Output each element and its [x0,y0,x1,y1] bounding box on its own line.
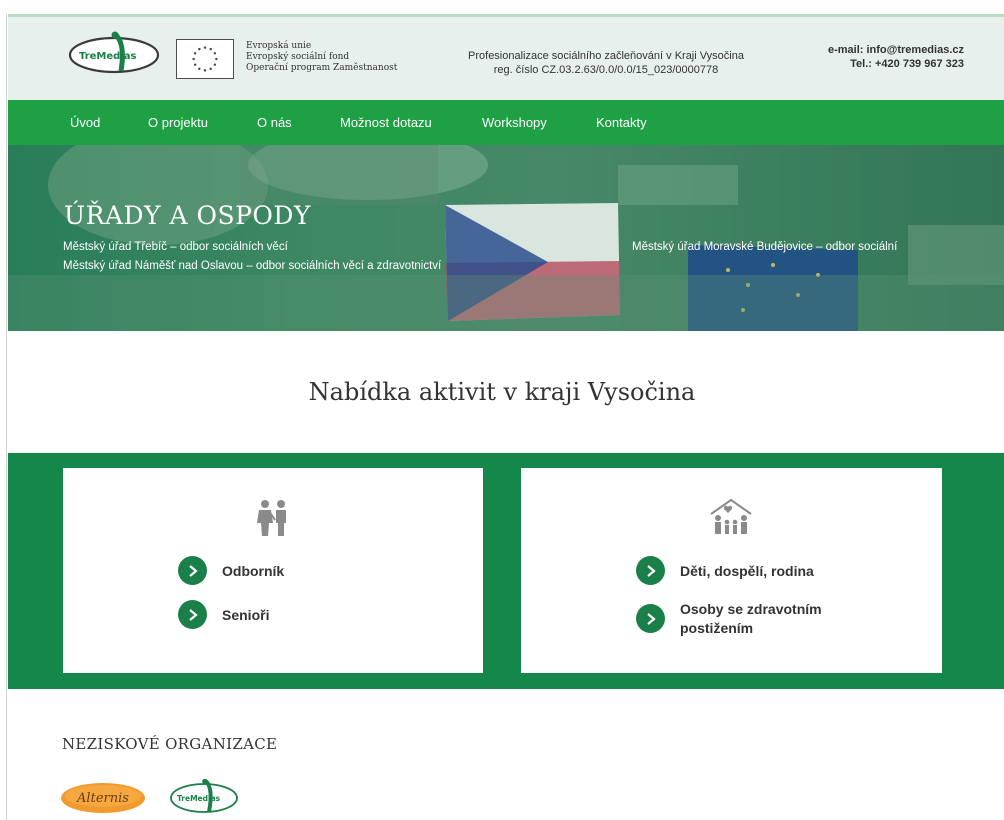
ngo-heading: NEZISKOVÉ ORGANIZACE [62,735,278,753]
tremedias-small-logo[interactable]: TreMedias [168,778,240,816]
chevron-right-icon [636,604,665,633]
eu-text: Evropská unie Evropský sociální fond Ope… [246,41,397,74]
hero-banner: ÚŘADY A OSPODY Městský úřad Třebíč – odb… [8,145,1004,331]
activity-link-label: Děti, dospělí, rodina [680,563,814,579]
hero-link-namest[interactable]: Městský úřad Náměšť nad Oslavou – odbor … [63,260,441,272]
eu-line: Evropská unie [246,41,312,51]
contact-info: e-mail: info@tremedias.cz Tel.: +420 739… [828,43,964,71]
activity-link-osoby-se-zdravotnim-postizenim[interactable]: Osoby se zdravotním postižením [636,600,836,638]
nav-item-uvod[interactable]: Úvod [70,115,100,130]
chevron-right-icon [636,556,665,585]
tremedias-small-logo-text: TreMedias [177,794,221,803]
project-title: Profesionalizace sociálního začleňování … [468,50,744,62]
nav-item-moznost-dotazu[interactable]: Možnost dotazu [340,115,432,130]
tremedias-logo[interactable]: TreMedias [66,31,162,77]
chevron-right-icon [178,556,207,585]
main-nav: Úvod O projektu O nás Možnost dotazu Wor… [8,100,1004,145]
family-house-icon [710,498,752,534]
activity-link-label: Osoby se zdravotním postižením [680,601,822,636]
activity-link-deti-dospeli-rodina[interactable]: Děti, dospělí, rodina [636,556,814,585]
hero-title: ÚŘADY A OSPODY [64,201,311,230]
eu-line: Evropský sociální fond [246,52,350,62]
hero-background-image [8,145,1004,331]
activity-card-left: Odborník Senioři [63,468,483,673]
contact-email[interactable]: e-mail: info@tremedias.cz [828,43,964,57]
tremedias-logo-text: TreMedias [79,51,137,62]
activity-link-seniori[interactable]: Senioři [178,600,269,629]
eu-line: Operační program Zaměstnanost [246,63,398,73]
eu-flag-icon [176,39,234,79]
activity-link-label: Senioři [222,607,270,623]
contact-phone[interactable]: Tel.: +420 739 967 323 [828,57,964,71]
site-header: TreMedias Evropská unie Evropský sociáln… [8,14,1004,100]
activity-link-label: Odborník [222,563,285,579]
hero-link-moravske-budejovice[interactable]: Městský úřad Moravské Budějovice – odbor… [632,241,897,253]
activities-band: Odborník Senioři Děti, dospělí, rodina O… [8,453,1004,689]
activity-card-right: Děti, dospělí, rodina Osoby se zdravotní… [521,468,942,673]
nav-item-o-nas[interactable]: O nás [257,115,292,130]
chevron-right-icon [178,600,207,629]
alternis-logo-text: Alternis [76,791,129,806]
project-reg-number: reg. číslo CZ.03.2.63/0.0/0.0/15_023/000… [493,64,719,76]
alternis-logo[interactable]: Alternis [60,781,146,815]
hero-link-trebic[interactable]: Městský úřad Třebíč – odbor sociálních v… [63,241,288,253]
page-left-border [6,14,7,820]
activity-link-odbornik[interactable]: Odborník [178,556,284,585]
nav-item-o-projektu[interactable]: O projektu [148,115,208,130]
project-info: Profesionalizace sociálního začleňování … [434,49,778,77]
people-icon [257,500,286,536]
nav-item-workshopy[interactable]: Workshopy [482,115,547,130]
nav-item-kontakty[interactable]: Kontakty [596,115,647,130]
offer-heading: Nabídka aktivit v kraji Vysočina [308,378,696,406]
